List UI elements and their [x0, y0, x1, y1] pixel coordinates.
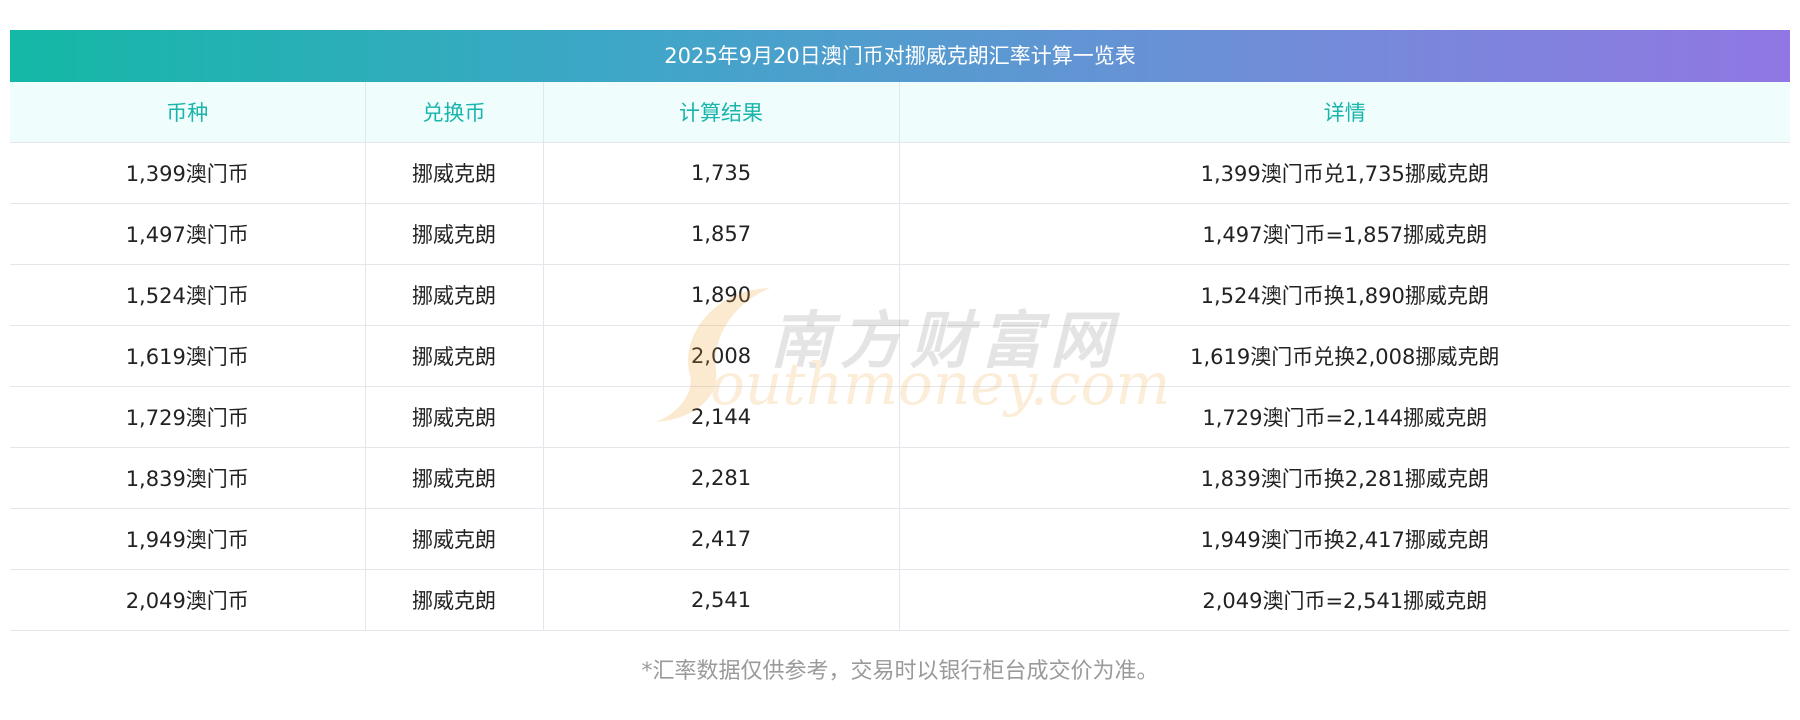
cell-result: 2,008	[543, 325, 900, 387]
cell-result: 2,144	[543, 386, 900, 448]
cell-target-currency: 挪威克朗	[365, 142, 544, 204]
cell-target-currency: 挪威克朗	[365, 203, 544, 265]
cell-currency: 1,524澳门币	[10, 264, 366, 326]
cell-details: 1,839澳门币换2,281挪威克朗	[899, 447, 1790, 509]
cell-target-currency: 挪威克朗	[365, 569, 544, 631]
cell-result: 1,890	[543, 264, 900, 326]
rate-table-container: 2025年9月20日澳门币对挪威克朗汇率计算一览表 币种 兑换币 计算结果 详情…	[10, 30, 1790, 685]
table-row: 2,049澳门币 挪威克朗 2,541 2,049澳门币=2,541挪威克朗	[10, 569, 1790, 631]
header-details: 详情	[899, 82, 1790, 143]
cell-result: 1,857	[543, 203, 900, 265]
disclaimer-footnote: *汇率数据仅供参考，交易时以银行柜台成交价为准。	[641, 659, 1159, 684]
table-row: 1,839澳门币 挪威克朗 2,281 1,839澳门币换2,281挪威克朗	[10, 447, 1790, 509]
cell-result: 1,735	[543, 142, 900, 204]
cell-currency: 1,729澳门币	[10, 386, 366, 448]
cell-currency: 1,497澳门币	[10, 203, 366, 265]
cell-details: 1,729澳门币=2,144挪威克朗	[899, 386, 1790, 448]
header-result: 计算结果	[543, 82, 900, 143]
cell-target-currency: 挪威克朗	[365, 264, 544, 326]
table-row: 1,524澳门币 挪威克朗 1,890 1,524澳门币换1,890挪威克朗	[10, 264, 1790, 326]
cell-target-currency: 挪威克朗	[365, 447, 544, 509]
cell-result: 2,541	[543, 569, 900, 631]
cell-details: 1,619澳门币兑换2,008挪威克朗	[899, 325, 1790, 387]
cell-details: 1,524澳门币换1,890挪威克朗	[899, 264, 1790, 326]
table-row: 1,949澳门币 挪威克朗 2,417 1,949澳门币换2,417挪威克朗	[10, 508, 1790, 570]
cell-target-currency: 挪威克朗	[365, 386, 544, 448]
cell-details: 2,049澳门币=2,541挪威克朗	[899, 569, 1790, 631]
cell-details: 1,497澳门币=1,857挪威克朗	[899, 203, 1790, 265]
cell-currency: 2,049澳门币	[10, 569, 366, 631]
cell-currency: 1,839澳门币	[10, 447, 366, 509]
table-row: 1,497澳门币 挪威克朗 1,857 1,497澳门币=1,857挪威克朗	[10, 203, 1790, 265]
cell-currency: 1,399澳门币	[10, 142, 366, 204]
rate-table: 币种 兑换币 计算结果 详情 1,399澳门币 挪威克朗 1,735 1,399…	[10, 82, 1790, 631]
header-target-currency: 兑换币	[365, 82, 544, 143]
cell-target-currency: 挪威克朗	[365, 508, 544, 570]
table-title: 2025年9月20日澳门币对挪威克朗汇率计算一览表	[10, 30, 1790, 82]
cell-result: 2,417	[543, 508, 900, 570]
cell-currency: 1,949澳门币	[10, 508, 366, 570]
table-row: 1,729澳门币 挪威克朗 2,144 1,729澳门币=2,144挪威克朗	[10, 386, 1790, 448]
cell-target-currency: 挪威克朗	[365, 325, 544, 387]
cell-currency: 1,619澳门币	[10, 325, 366, 387]
table-row: 1,399澳门币 挪威克朗 1,735 1,399澳门币兑1,735挪威克朗	[10, 142, 1790, 204]
cell-result: 2,281	[543, 447, 900, 509]
table-row: 1,619澳门币 挪威克朗 2,008 1,619澳门币兑换2,008挪威克朗	[10, 325, 1790, 387]
cell-details: 1,399澳门币兑1,735挪威克朗	[899, 142, 1790, 204]
table-header-row: 币种 兑换币 计算结果 详情	[10, 82, 1790, 143]
cell-details: 1,949澳门币换2,417挪威克朗	[899, 508, 1790, 570]
header-currency: 币种	[10, 82, 366, 143]
